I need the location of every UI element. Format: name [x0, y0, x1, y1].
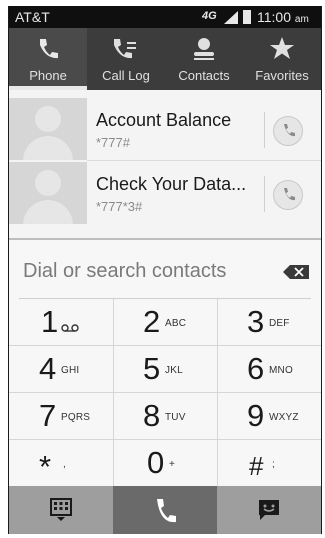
key-star[interactable]: * , [9, 440, 113, 486]
call-contact-button[interactable] [273, 116, 303, 146]
key-digit: 8 [143, 398, 161, 433]
dialpad-toggle-icon [50, 498, 72, 521]
status-bar: AT&T 4G 11:00 am [9, 6, 321, 28]
key-pound[interactable]: # ; [217, 440, 321, 486]
contacts-icon [194, 38, 214, 60]
signal-icon [224, 11, 238, 24]
avatar-body [23, 200, 73, 224]
key-letters: TUV [165, 412, 186, 423]
contact-name: Check Your Data... [96, 174, 247, 194]
network-type-label: 4G [202, 10, 217, 22]
tab-phone[interactable]: Phone [9, 28, 87, 90]
key-letters: GHI [61, 365, 80, 376]
phone-screen: AT&T 4G 11:00 am Phone Call Log Contacts… [8, 6, 322, 534]
search-input[interactable]: Dial or search contacts [23, 260, 226, 283]
call-contact-button[interactable] [273, 180, 303, 210]
key-5[interactable]: 5 JKL [113, 346, 217, 392]
clock-time: 11:00 [257, 9, 291, 25]
call-icon [157, 499, 176, 523]
avatar-body [23, 136, 73, 160]
contact-list: Account Balance *777# Check Your Data...… [9, 90, 321, 238]
voicemail-icon [61, 324, 79, 332]
key-letters: + [169, 459, 176, 470]
key-1[interactable]: 1 [9, 299, 113, 345]
key-digit: 9 [247, 398, 265, 433]
dialer-panel: Dial or search contacts 1 2 ABC 3 DEF 4 … [9, 238, 321, 534]
contact-number: *777*3# [96, 199, 143, 214]
battery-icon [243, 10, 251, 24]
phone-icon [40, 39, 58, 59]
key-3[interactable]: 3 DEF [217, 299, 321, 345]
tab-contacts[interactable]: Contacts [165, 28, 243, 90]
message-icon [259, 500, 279, 520]
key-digit: 2 [143, 304, 161, 339]
key-7[interactable]: 7 PQRS [9, 393, 113, 439]
tab-label: Phone [29, 68, 67, 83]
key-digit: 5 [143, 351, 161, 386]
key-digit: 6 [247, 351, 265, 386]
key-letters: PQRS [61, 412, 91, 423]
key-8[interactable]: 8 TUV [113, 393, 217, 439]
carrier-label: AT&T [15, 9, 50, 25]
key-4[interactable]: 4 GHI [9, 346, 113, 392]
phone-icon [284, 124, 295, 137]
divider [264, 176, 265, 212]
contact-name: Account Balance [96, 110, 232, 130]
backspace-icon[interactable] [283, 265, 309, 279]
key-2[interactable]: 2 ABC [113, 299, 217, 345]
key-digit: 7 [39, 398, 57, 433]
key-6[interactable]: 6 MNO [217, 346, 321, 392]
key-digit: 4 [39, 351, 57, 386]
key-letters: MNO [269, 365, 293, 376]
contact-number: *777# [96, 135, 130, 150]
tab-label: Call Log [102, 68, 150, 83]
key-digit: 1 [41, 304, 59, 339]
key-digit: # [249, 451, 264, 481]
list-item[interactable]: Check Your Data... *777*3# [9, 162, 321, 224]
call-log-icon [114, 39, 136, 59]
tab-bar: Phone Call Log Contacts Favorites [9, 28, 321, 90]
message-button[interactable] [217, 486, 321, 534]
key-letters: ; [272, 459, 275, 470]
key-letters: JKL [165, 365, 183, 376]
dialpad: 1 2 ABC 3 DEF 4 GHI 5 JKL 6 MNO 7 PQRS 8… [9, 299, 321, 486]
divider [87, 160, 321, 161]
key-digit: * [39, 449, 52, 484]
phone-icon [284, 188, 295, 201]
tab-label: Contacts [178, 68, 230, 83]
key-digit: 0 [147, 445, 165, 480]
key-digit: 3 [247, 304, 265, 339]
key-letters: , [63, 459, 66, 470]
tab-favorites[interactable]: Favorites [243, 28, 321, 90]
avatar [9, 162, 87, 224]
tab-label: Favorites [255, 68, 309, 83]
key-0[interactable]: 0 + [113, 440, 217, 486]
avatar-head [35, 106, 61, 132]
clock: 11:00 am [257, 9, 309, 25]
key-9[interactable]: 9 WXYZ [217, 393, 321, 439]
clock-ampm: am [294, 14, 309, 25]
star-icon [270, 37, 294, 59]
avatar [9, 98, 87, 160]
key-letters: WXYZ [269, 412, 299, 423]
dialpad-toggle-button[interactable] [9, 486, 113, 534]
key-letters: DEF [269, 318, 290, 329]
avatar-head [35, 170, 61, 196]
dial-search-field[interactable]: Dial or search contacts [9, 240, 321, 298]
call-button[interactable] [113, 486, 217, 534]
key-letters: ABC [165, 318, 187, 329]
tab-call-log[interactable]: Call Log [87, 28, 165, 90]
divider [264, 112, 265, 148]
list-item[interactable]: Account Balance *777# [9, 98, 321, 160]
dialer-action-bar [9, 486, 321, 534]
